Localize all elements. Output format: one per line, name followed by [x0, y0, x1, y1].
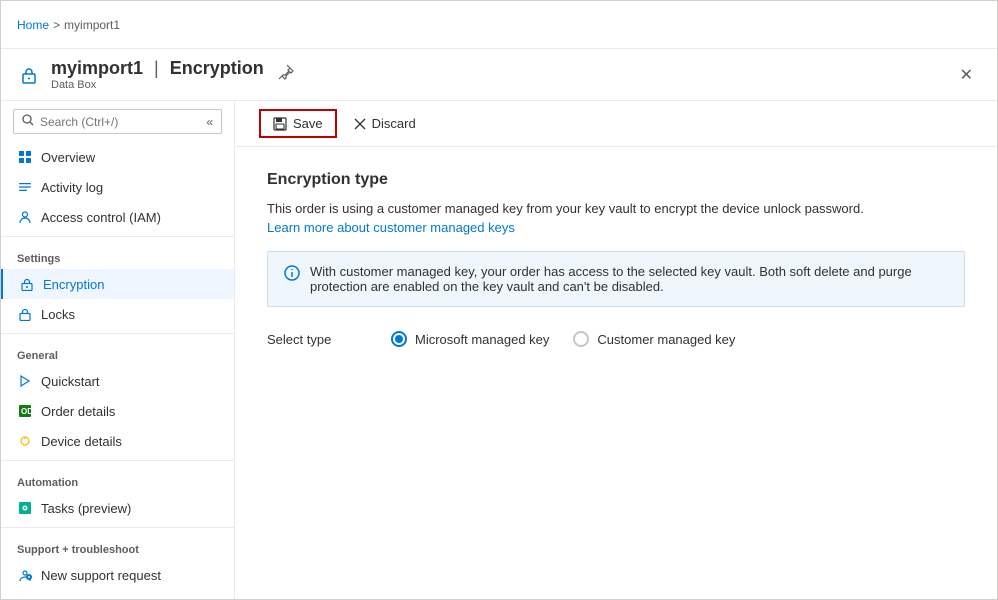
quickstart-label: Quickstart	[41, 374, 100, 389]
quickstart-icon	[17, 373, 33, 389]
support-section-label: Support + troubleshoot	[1, 532, 234, 560]
sidebar-item-encryption[interactable]: Encryption	[1, 269, 234, 299]
top-bar: Home > myimport1	[1, 1, 997, 49]
sidebar-item-new-support[interactable]: New support request	[1, 560, 234, 590]
overview-icon	[17, 149, 33, 165]
settings-section-label: Settings	[1, 241, 234, 269]
info-line1: This order is using a customer managed k…	[267, 201, 965, 216]
info-link[interactable]: Learn more about customer managed keys	[267, 220, 515, 235]
page-content: Encryption type This order is using a cu…	[235, 147, 997, 371]
radio-label-microsoft: Microsoft managed key	[415, 332, 549, 347]
search-icon	[22, 114, 34, 129]
content-area: Save Discard Encryption type This order …	[235, 101, 997, 599]
tasks-icon	[17, 500, 33, 516]
access-control-icon	[17, 209, 33, 225]
sidebar-item-overview[interactable]: Overview	[1, 142, 234, 172]
sidebar-item-locks[interactable]: Locks	[1, 299, 234, 329]
discard-button[interactable]: Discard	[341, 110, 429, 137]
collapse-icon[interactable]: «	[206, 115, 213, 129]
radio-microsoft-managed[interactable]: Microsoft managed key	[391, 331, 549, 347]
radio-customer-managed[interactable]: Customer managed key	[573, 331, 735, 347]
svg-text:OD: OD	[21, 407, 32, 416]
breadcrumb-separator: >	[53, 18, 60, 32]
radio-circle-customer	[573, 331, 589, 347]
encryption-label: Encryption	[43, 277, 104, 292]
locks-icon	[17, 306, 33, 322]
locks-label: Locks	[41, 307, 75, 322]
title-text: myimport1 | Encryption Data Box	[51, 58, 264, 91]
select-type-row: Select type Microsoft managed key Custom…	[267, 331, 965, 347]
order-details-icon: OD	[17, 403, 33, 419]
save-button[interactable]: Save	[259, 109, 337, 138]
save-icon	[273, 117, 287, 131]
lock-icon	[17, 63, 41, 87]
general-section-label: General	[1, 338, 234, 366]
support-icon	[17, 567, 33, 583]
order-details-label: Order details	[41, 404, 115, 419]
new-support-label: New support request	[41, 568, 161, 583]
page-subtitle: Data Box	[51, 79, 264, 91]
tasks-label: Tasks (preview)	[41, 501, 131, 516]
breadcrumb-current: myimport1	[64, 18, 120, 32]
encryption-icon	[19, 276, 35, 292]
settings-divider	[1, 236, 234, 237]
overview-label: Overview	[41, 150, 95, 165]
select-type-label: Select type	[267, 332, 367, 347]
main-layout: « Overview	[1, 101, 997, 599]
app-container: Home > myimport1 myimport1 | Encryption …	[0, 0, 998, 600]
activity-log-icon	[17, 179, 33, 195]
sidebar-item-device-details[interactable]: Device details	[1, 426, 234, 456]
info-box-text: With customer managed key, your order ha…	[310, 264, 948, 294]
device-details-icon	[17, 433, 33, 449]
toolbar: Save Discard	[235, 101, 997, 147]
automation-section-label: Automation	[1, 465, 234, 493]
radio-label-customer: Customer managed key	[597, 332, 735, 347]
page-title: myimport1 | Encryption	[51, 58, 264, 79]
access-control-label: Access control (IAM)	[41, 210, 161, 225]
discard-icon	[354, 118, 366, 130]
sidebar: « Overview	[1, 101, 235, 599]
sidebar-item-tasks[interactable]: Tasks (preview)	[1, 493, 234, 523]
search-box[interactable]: «	[13, 109, 222, 134]
general-divider	[1, 333, 234, 334]
radio-options: Microsoft managed key Customer managed k…	[391, 331, 735, 347]
sidebar-item-activity-log[interactable]: Activity log	[1, 172, 234, 202]
support-divider	[1, 527, 234, 528]
info-box: With customer managed key, your order ha…	[267, 251, 965, 307]
activity-log-label: Activity log	[41, 180, 103, 195]
info-link-text: Learn more about customer managed keys	[267, 220, 965, 235]
device-details-label: Device details	[41, 434, 122, 449]
radio-circle-microsoft	[391, 331, 407, 347]
sidebar-item-access-control[interactable]: Access control (IAM)	[1, 202, 234, 232]
breadcrumb: Home > myimport1	[17, 18, 120, 32]
close-button[interactable]: ✕	[952, 61, 981, 89]
title-bar: myimport1 | Encryption Data Box ✕	[1, 49, 997, 101]
search-input[interactable]	[40, 115, 196, 129]
breadcrumb-home[interactable]: Home	[17, 18, 49, 32]
sidebar-item-order-details[interactable]: OD Order details	[1, 396, 234, 426]
info-icon	[284, 265, 300, 286]
pin-icon[interactable]	[278, 64, 294, 85]
section-title: Encryption type	[267, 171, 965, 189]
sidebar-item-quickstart[interactable]: Quickstart	[1, 366, 234, 396]
automation-divider	[1, 460, 234, 461]
